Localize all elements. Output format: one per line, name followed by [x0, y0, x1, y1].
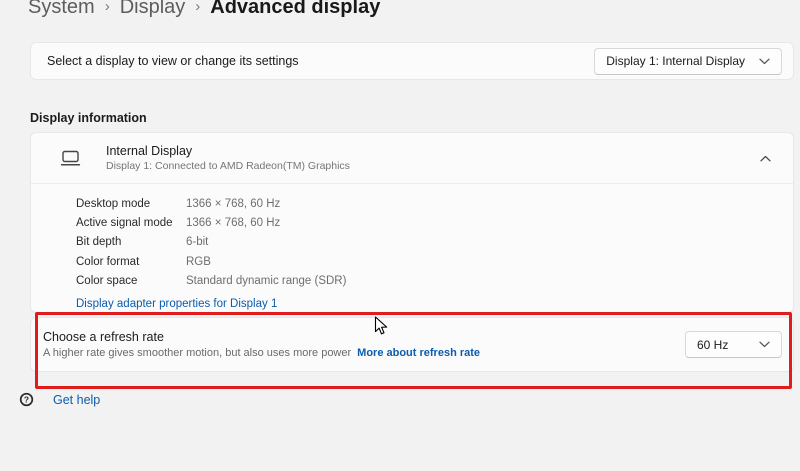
refresh-rate-dropdown-value: 60 Hz	[697, 338, 728, 352]
display-information-section-title: Display information	[30, 111, 147, 125]
detail-value: 1366 × 768, 60 Hz	[186, 217, 280, 229]
breadcrumb-display[interactable]: Display	[120, 0, 186, 20]
detail-row: Color format RGB	[76, 252, 777, 271]
device-name: Internal Display	[106, 144, 350, 159]
detail-label: Color format	[76, 256, 186, 268]
detail-value: 1366 × 768, 60 Hz	[186, 198, 280, 210]
detail-value: 6-bit	[186, 236, 208, 248]
refresh-rate-dropdown[interactable]: 60 Hz	[685, 331, 782, 358]
refresh-rate-text: Choose a refresh rate A higher rate give…	[43, 330, 480, 359]
chevron-up-icon[interactable]	[754, 151, 777, 166]
display-select-dropdown[interactable]: Display 1: Internal Display	[594, 48, 782, 75]
breadcrumb: System › Display › Advanced display	[28, 0, 380, 20]
footer: ? Get help	[19, 392, 100, 407]
detail-value: RGB	[186, 256, 211, 268]
refresh-rate-subtitle: A higher rate gives smoother motion, but…	[43, 347, 480, 359]
display-information-expander-header[interactable]: Internal Display Display 1: Connected to…	[31, 133, 793, 184]
refresh-rate-subtitle-text: A higher rate gives smoother motion, but…	[43, 347, 351, 359]
refresh-rate-title: Choose a refresh rate	[43, 330, 480, 344]
chevron-down-icon	[759, 341, 770, 348]
display-information-card: Internal Display Display 1: Connected to…	[30, 132, 794, 313]
detail-row: Color space Standard dynamic range (SDR)	[76, 271, 777, 290]
chevron-down-icon	[759, 58, 770, 65]
display-information-details: Desktop mode 1366 × 768, 60 Hz Active si…	[31, 184, 793, 312]
detail-row: Bit depth 6-bit	[76, 233, 777, 252]
refresh-rate-card: Choose a refresh rate A higher rate give…	[30, 317, 794, 372]
display-adapter-properties-link[interactable]: Display adapter properties for Display 1	[76, 298, 277, 310]
get-help-icon: ?	[19, 392, 34, 407]
select-display-label: Select a display to view or change its s…	[47, 54, 299, 68]
breadcrumb-separator-icon: ›	[105, 0, 110, 20]
device-header-text: Internal Display Display 1: Connected to…	[106, 144, 350, 173]
detail-label: Color space	[76, 275, 186, 287]
svg-text:?: ?	[24, 395, 29, 405]
device-description: Display 1: Connected to AMD Radeon(TM) G…	[106, 160, 350, 173]
page-title: Advanced display	[210, 0, 380, 20]
get-help-link[interactable]: Get help	[53, 393, 100, 407]
breadcrumb-system[interactable]: System	[28, 0, 95, 20]
detail-label: Desktop mode	[76, 198, 186, 210]
detail-row: Active signal mode 1366 × 768, 60 Hz	[76, 213, 777, 232]
display-select-dropdown-value: Display 1: Internal Display	[606, 54, 745, 68]
monitor-icon	[59, 149, 81, 167]
settings-advanced-display-page: System › Display › Advanced display Sele…	[0, 0, 800, 471]
detail-row: Desktop mode 1366 × 768, 60 Hz	[76, 194, 777, 213]
detail-value: Standard dynamic range (SDR)	[186, 275, 346, 287]
detail-label: Bit depth	[76, 236, 186, 248]
detail-label: Active signal mode	[76, 217, 186, 229]
breadcrumb-separator-icon: ›	[195, 0, 200, 20]
more-about-refresh-rate-link[interactable]: More about refresh rate	[357, 347, 480, 359]
select-display-card: Select a display to view or change its s…	[30, 42, 794, 80]
